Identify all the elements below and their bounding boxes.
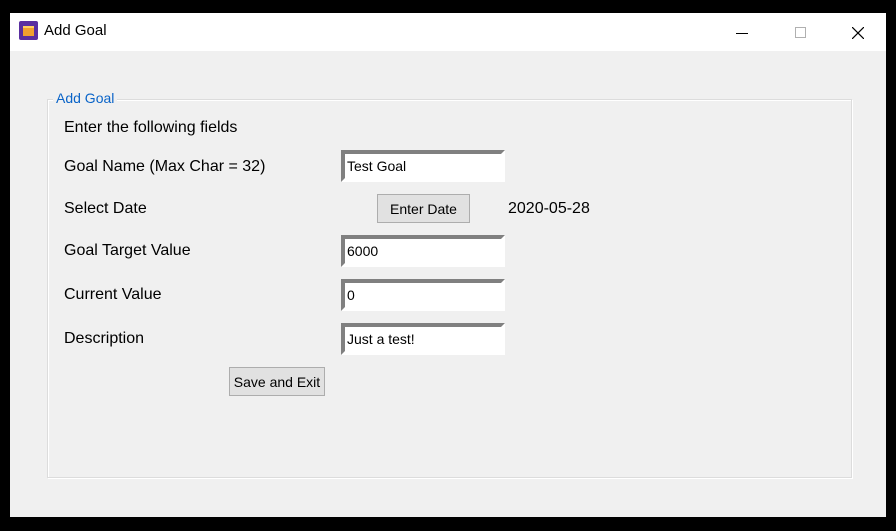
title-bar[interactable]: Add Goal xyxy=(10,13,886,51)
app-icon xyxy=(19,21,38,40)
goal-target-input[interactable] xyxy=(341,235,505,267)
minimize-icon xyxy=(736,32,748,34)
maximize-button[interactable] xyxy=(771,13,829,51)
goal-target-label: Goal Target Value xyxy=(64,242,191,259)
select-date-label: Select Date xyxy=(64,200,147,217)
current-value-label: Current Value xyxy=(64,286,162,303)
save-and-exit-button[interactable]: Save and Exit xyxy=(229,367,325,396)
maximize-icon xyxy=(794,27,806,38)
close-button[interactable] xyxy=(829,13,887,51)
group-legend: Add Goal xyxy=(53,90,118,106)
goal-name-label: Goal Name (Max Char = 32) xyxy=(64,158,266,175)
goal-name-input[interactable] xyxy=(341,150,505,182)
minimize-button[interactable] xyxy=(713,13,771,51)
close-icon xyxy=(852,26,864,39)
add-goal-window: Add Goal Add Goal Enter the following fi… xyxy=(10,13,886,517)
instructions-label: Enter the following fields xyxy=(64,119,238,136)
description-input[interactable] xyxy=(341,323,505,355)
selected-date-value: 2020-05-28 xyxy=(508,200,590,217)
window-title: Add Goal xyxy=(44,22,107,39)
current-value-input[interactable] xyxy=(341,279,505,311)
description-label: Description xyxy=(64,330,145,347)
enter-date-button[interactable]: Enter Date xyxy=(377,194,470,223)
